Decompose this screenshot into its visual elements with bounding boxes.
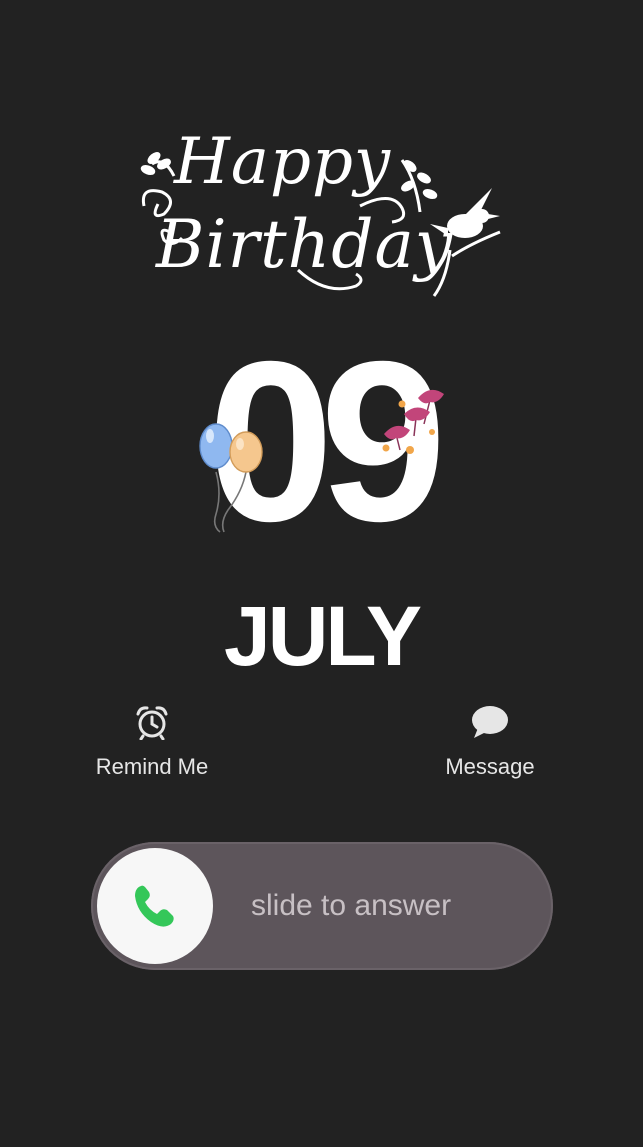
greeting-line-birthday: Birthday	[156, 206, 454, 283]
slide-to-answer-slider[interactable]: slide to answer	[91, 842, 553, 970]
remind-me-label: Remind Me	[95, 754, 209, 779]
balloons-icon	[199, 423, 263, 533]
slide-to-answer-text: slide to answer	[251, 889, 452, 922]
message-bubble-icon	[472, 706, 508, 738]
birth-month: JULY	[223, 589, 422, 683]
message-label: Message	[445, 754, 535, 779]
flowers-icon	[382, 389, 444, 454]
message-button[interactable]: Message	[410, 704, 570, 780]
greeting-line-happy: Happy	[174, 125, 392, 199]
remind-me-button[interactable]: Remind Me	[72, 704, 232, 780]
alarm-clock-icon	[136, 706, 168, 740]
slider-knob[interactable]	[97, 848, 213, 964]
birthday-greeting: Happy Birthday	[130, 120, 520, 310]
phone-icon	[135, 885, 174, 927]
